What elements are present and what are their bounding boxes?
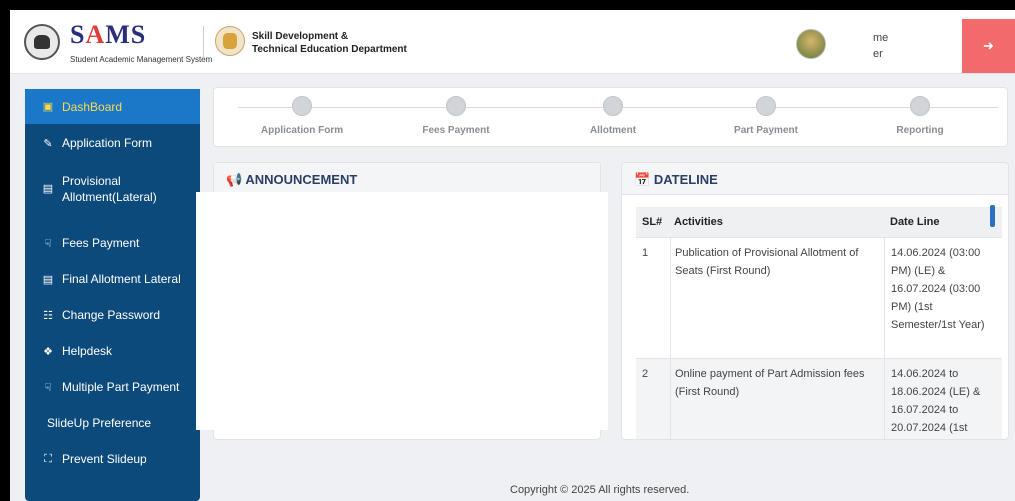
cell-sl: 2 [642, 368, 649, 380]
table-row: 2 Online payment of Part Admission fees … [636, 358, 1002, 439]
step-reporting: Reporting [860, 96, 980, 136]
top-header: SAMS Student Academic Management System … [10, 10, 1015, 74]
logout-button[interactable]: ➜ [962, 19, 1015, 73]
odisha-emblem-logo [24, 24, 60, 60]
department-name: Skill Development & Technical Education … [252, 30, 412, 56]
sams-logo-title[interactable]: SAMS [70, 20, 146, 50]
sidebar-item-label: Application Form [62, 136, 153, 150]
sidebar-item-helpdesk[interactable]: ❖ Helpdesk [25, 333, 200, 369]
sidebar-item-multiple-part-payment[interactable]: ☟ Multiple Part Payment [25, 369, 200, 405]
sidebar-item-slideup-preference[interactable]: SlideUp Preference [25, 405, 200, 441]
expand-icon: ⛶ [44, 452, 52, 465]
table-scrollbar[interactable] [990, 205, 995, 227]
step-dot [292, 96, 312, 116]
dateline-header: 📅 DATELINE [622, 163, 1008, 195]
step-part-payment: Part Payment [706, 96, 826, 136]
cell-sl: 1 [642, 247, 649, 259]
announcement-title: ANNOUNCEMENT [245, 172, 358, 187]
document-icon: ▤ [42, 273, 54, 286]
step-dot [910, 96, 930, 116]
announcement-content-area [196, 192, 608, 430]
sidebar: ▣ DashBoard ✎ Application Form ▤ Provisi… [25, 89, 200, 501]
app-frame: SAMS Student Academic Management System … [10, 10, 1015, 501]
step-label: Part Payment [734, 125, 798, 136]
sidebar-item-change-password[interactable]: ☷ Change Password [25, 297, 200, 333]
dashboard-icon: ▣ [42, 101, 54, 113]
step-dot [756, 96, 776, 116]
dept-line-2: Technical Education Department [252, 44, 407, 55]
hand-money-icon: ☟ [44, 381, 52, 394]
step-label: Application Form [260, 125, 344, 136]
header-divider [203, 26, 204, 60]
footer-copyright: Copyright © 2025 All rights reserved. [510, 484, 690, 496]
cell-activity: Online payment of Part Admission fees (F… [670, 359, 884, 439]
key-icon: ☷ [43, 309, 53, 322]
sidebar-item-final-allotment[interactable]: ▤ Final Allotment Lateral [25, 261, 200, 297]
cell-activity: Publication of Provisional Allotment of … [670, 238, 884, 358]
sidebar-item-label: Final Allotment Lateral [62, 272, 181, 286]
user-name: me [873, 32, 889, 44]
sidebar-item-label: DashBoard [62, 99, 123, 114]
edit-icon: ✎ [43, 137, 53, 150]
table-header-row: SL# Activities Date Line [636, 207, 1002, 237]
cell-date-line: 14.06.2024 (03:00 PM) (LE) & 16.07.2024 … [884, 238, 994, 358]
step-application-form: Application Form [242, 96, 362, 136]
logout-icon: ➜ [983, 38, 994, 53]
brand-subtitle: Student Academic Management System [70, 55, 213, 64]
step-dot [446, 96, 466, 116]
dept-line-1: Skill Development & [252, 31, 349, 42]
step-label: Allotment [589, 125, 637, 136]
column-header-date-line: Date Line [890, 216, 940, 228]
cell-date-line: 14.06.2024 to 18.06.2024 (LE) & 16.07.20… [884, 359, 994, 439]
step-dot [603, 96, 623, 116]
column-header-sl: SL# [642, 216, 663, 228]
sidebar-item-label: Provisional Allotment(Lateral) [62, 174, 157, 204]
table-row: 1 Publication of Provisional Allotment o… [636, 237, 1002, 358]
hand-money-icon: ☟ [44, 237, 52, 250]
user-role: er [873, 48, 883, 60]
dateline-title: DATELINE [653, 172, 718, 187]
sidebar-item-fees-payment[interactable]: ☟ Fees Payment [25, 225, 200, 261]
support-icon: ❖ [43, 345, 53, 358]
sidebar-item-application-form[interactable]: ✎ Application Form [25, 125, 200, 161]
step-allotment: Allotment [553, 96, 673, 136]
step-label: Fees Payment [422, 125, 490, 136]
sidebar-item-label: Fees Payment [62, 236, 140, 250]
megaphone-icon: 📢 [226, 172, 243, 187]
calendar-icon: 📅 [634, 172, 651, 187]
sidebar-item-label: SlideUp Preference [47, 416, 152, 430]
progress-steps: Application Form Fees Payment Allotment … [213, 87, 1008, 147]
sidebar-item-label: Change Password [62, 308, 161, 322]
dateline-table: SL# Activities Date Line 1 Publication o… [636, 207, 1002, 439]
announcement-header: 📢 ANNOUNCEMENT [214, 163, 600, 195]
sidebar-item-label: Prevent Slideup [62, 452, 147, 466]
sidebar-item-prevent-slideup[interactable]: ⛶ Prevent Slideup [25, 441, 200, 477]
step-label: Reporting [896, 125, 944, 136]
step-fees-payment: Fees Payment [396, 96, 516, 136]
sidebar-item-provisional-allotment[interactable]: ▤ Provisional Allotment(Lateral) [25, 169, 200, 209]
skilled-in-odisha-logo [215, 26, 245, 56]
sidebar-item-label: Helpdesk [62, 344, 113, 358]
sidebar-item-label: Multiple Part Payment [62, 380, 180, 394]
column-header-activities: Activities [674, 216, 723, 228]
document-icon: ▤ [42, 183, 54, 195]
sidebar-item-dashboard[interactable]: ▣ DashBoard [25, 89, 200, 124]
dateline-panel: 📅 DATELINE SL# Activities Date Line 1 Pu… [621, 162, 1009, 440]
user-avatar[interactable] [796, 29, 826, 59]
